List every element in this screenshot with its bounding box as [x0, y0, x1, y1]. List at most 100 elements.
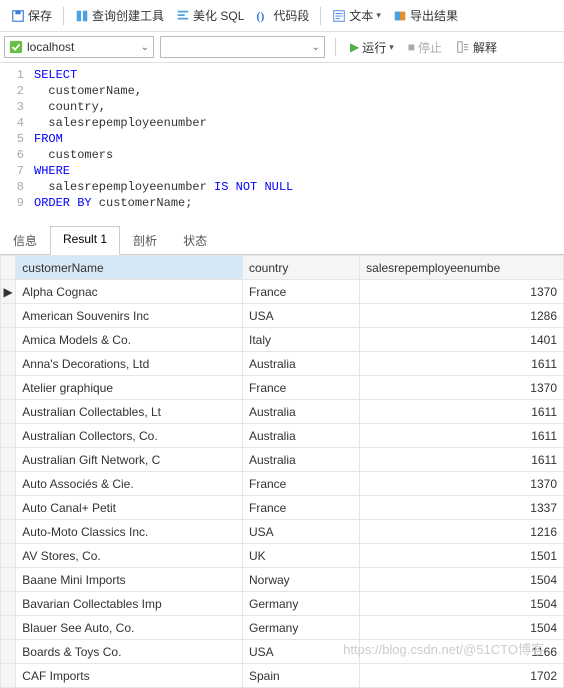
- cell-salesrep[interactable]: 1504: [360, 616, 564, 640]
- cell-customername[interactable]: Boards & Toys Co.: [16, 640, 243, 664]
- stop-button[interactable]: ■ 停止: [404, 37, 446, 58]
- table-row[interactable]: Bavarian Collectables ImpGermany1504: [1, 592, 564, 616]
- cell-customername[interactable]: Bavarian Collectables Imp: [16, 592, 243, 616]
- cell-country[interactable]: Australia: [243, 400, 360, 424]
- cell-country[interactable]: USA: [243, 520, 360, 544]
- cell-country[interactable]: Spain: [243, 664, 360, 688]
- cell-salesrep[interactable]: 1504: [360, 592, 564, 616]
- cell-customername[interactable]: Australian Gift Network, C: [16, 448, 243, 472]
- export-button[interactable]: 导出结果: [388, 4, 463, 27]
- table-row[interactable]: Auto Canal+ PetitFrance1337: [1, 496, 564, 520]
- table-row[interactable]: ▶Alpha CognacFrance1370: [1, 280, 564, 304]
- table-row[interactable]: Anna's Decorations, LtdAustralia1611: [1, 352, 564, 376]
- cell-country[interactable]: USA: [243, 640, 360, 664]
- cell-customername[interactable]: Auto Canal+ Petit: [16, 496, 243, 520]
- row-pointer: [1, 520, 16, 544]
- cell-salesrep[interactable]: 1504: [360, 568, 564, 592]
- cell-country[interactable]: Norway: [243, 568, 360, 592]
- cell-salesrep[interactable]: 1501: [360, 544, 564, 568]
- table-row[interactable]: Australian Collectables, LtAustralia1611: [1, 400, 564, 424]
- cell-salesrep[interactable]: 1611: [360, 424, 564, 448]
- run-button[interactable]: ▶ 运行 ▾: [346, 37, 398, 58]
- table-row[interactable]: Amica Models & Co.Italy1401: [1, 328, 564, 352]
- cell-country[interactable]: Germany: [243, 616, 360, 640]
- column-header-customername[interactable]: customerName: [16, 256, 243, 280]
- cell-customername[interactable]: Blauer See Auto, Co.: [16, 616, 243, 640]
- tab-status[interactable]: 状态: [170, 226, 220, 255]
- explain-button[interactable]: 解释: [452, 37, 501, 58]
- line-number: 7: [0, 163, 34, 179]
- cell-customername[interactable]: Alpha Cognac: [16, 280, 243, 304]
- cell-customername[interactable]: Auto Associés & Cie.: [16, 472, 243, 496]
- cell-country[interactable]: USA: [243, 304, 360, 328]
- cell-customername[interactable]: Auto-Moto Classics Inc.: [16, 520, 243, 544]
- cell-salesrep[interactable]: 1166: [360, 640, 564, 664]
- text-label: 文本: [349, 7, 373, 24]
- table-row[interactable]: American Souvenirs IncUSA1286: [1, 304, 564, 328]
- cell-country[interactable]: Australia: [243, 448, 360, 472]
- cell-salesrep[interactable]: 1370: [360, 280, 564, 304]
- run-label: 运行: [362, 39, 386, 56]
- cell-salesrep[interactable]: 1337: [360, 496, 564, 520]
- table-row[interactable]: CAF ImportsSpain1702: [1, 664, 564, 688]
- cell-customername[interactable]: Anna's Decorations, Ltd: [16, 352, 243, 376]
- query-builder-label: 查询创建工具: [92, 7, 164, 24]
- save-button[interactable]: 保存: [6, 4, 57, 27]
- cell-country[interactable]: UK: [243, 544, 360, 568]
- cell-salesrep[interactable]: 1702: [360, 664, 564, 688]
- cell-country[interactable]: France: [243, 280, 360, 304]
- database-select[interactable]: ⌄: [160, 36, 325, 58]
- result-grid[interactable]: customerName country salesrepemployeenum…: [0, 255, 564, 688]
- table-row[interactable]: AV Stores, Co.UK1501: [1, 544, 564, 568]
- column-header-country[interactable]: country: [243, 256, 360, 280]
- cell-customername[interactable]: AV Stores, Co.: [16, 544, 243, 568]
- host-select[interactable]: localhost ⌄: [4, 36, 154, 58]
- snippet-icon: (): [256, 9, 270, 23]
- cell-salesrep[interactable]: 1611: [360, 448, 564, 472]
- cell-country[interactable]: France: [243, 472, 360, 496]
- query-builder-button[interactable]: 查询创建工具: [70, 4, 169, 27]
- table-row[interactable]: Australian Gift Network, CAustralia1611: [1, 448, 564, 472]
- cell-country[interactable]: Australia: [243, 424, 360, 448]
- table-row[interactable]: Boards & Toys Co.USA1166: [1, 640, 564, 664]
- table-row[interactable]: Australian Collectors, Co.Australia1611: [1, 424, 564, 448]
- cell-country[interactable]: Italy: [243, 328, 360, 352]
- cell-customername[interactable]: Australian Collectors, Co.: [16, 424, 243, 448]
- cell-salesrep[interactable]: 1611: [360, 352, 564, 376]
- cell-salesrep[interactable]: 1611: [360, 400, 564, 424]
- column-header-salesrep[interactable]: salesrepemployeenumbe: [360, 256, 564, 280]
- cell-customername[interactable]: Australian Collectables, Lt: [16, 400, 243, 424]
- cell-salesrep[interactable]: 1286: [360, 304, 564, 328]
- row-pointer: [1, 472, 16, 496]
- beautify-sql-button[interactable]: 美化 SQL: [171, 4, 249, 27]
- text-dropdown-button[interactable]: 文本 ▾: [327, 4, 386, 27]
- chevron-down-icon: ⌄: [312, 42, 320, 53]
- cell-customername[interactable]: CAF Imports: [16, 664, 243, 688]
- query-builder-icon: [75, 9, 89, 23]
- code-text: ORDER BY customerName;: [34, 195, 192, 211]
- cell-customername[interactable]: Atelier graphique: [16, 376, 243, 400]
- table-row[interactable]: Baane Mini ImportsNorway1504: [1, 568, 564, 592]
- cell-country[interactable]: Germany: [243, 592, 360, 616]
- line-number: 6: [0, 147, 34, 163]
- cell-country[interactable]: Australia: [243, 352, 360, 376]
- cell-salesrep[interactable]: 1216: [360, 520, 564, 544]
- tab-profile[interactable]: 剖析: [120, 226, 170, 255]
- cell-salesrep[interactable]: 1370: [360, 376, 564, 400]
- cell-customername[interactable]: Amica Models & Co.: [16, 328, 243, 352]
- cell-customername[interactable]: American Souvenirs Inc: [16, 304, 243, 328]
- cell-salesrep[interactable]: 1370: [360, 472, 564, 496]
- cell-country[interactable]: France: [243, 496, 360, 520]
- tab-result-1[interactable]: Result 1: [50, 226, 120, 255]
- table-row[interactable]: Blauer See Auto, Co.Germany1504: [1, 616, 564, 640]
- table-row[interactable]: Auto-Moto Classics Inc.USA1216: [1, 520, 564, 544]
- cell-salesrep[interactable]: 1401: [360, 328, 564, 352]
- sql-editor[interactable]: 1SELECT2 customerName,3 country,4 salesr…: [0, 63, 564, 221]
- tab-info[interactable]: 信息: [0, 226, 50, 255]
- snippet-button[interactable]: () 代码段: [251, 4, 314, 27]
- table-row[interactable]: Atelier graphiqueFrance1370: [1, 376, 564, 400]
- code-text: salesrepemployeenumber: [34, 115, 207, 131]
- table-row[interactable]: Auto Associés & Cie.France1370: [1, 472, 564, 496]
- cell-customername[interactable]: Baane Mini Imports: [16, 568, 243, 592]
- cell-country[interactable]: France: [243, 376, 360, 400]
